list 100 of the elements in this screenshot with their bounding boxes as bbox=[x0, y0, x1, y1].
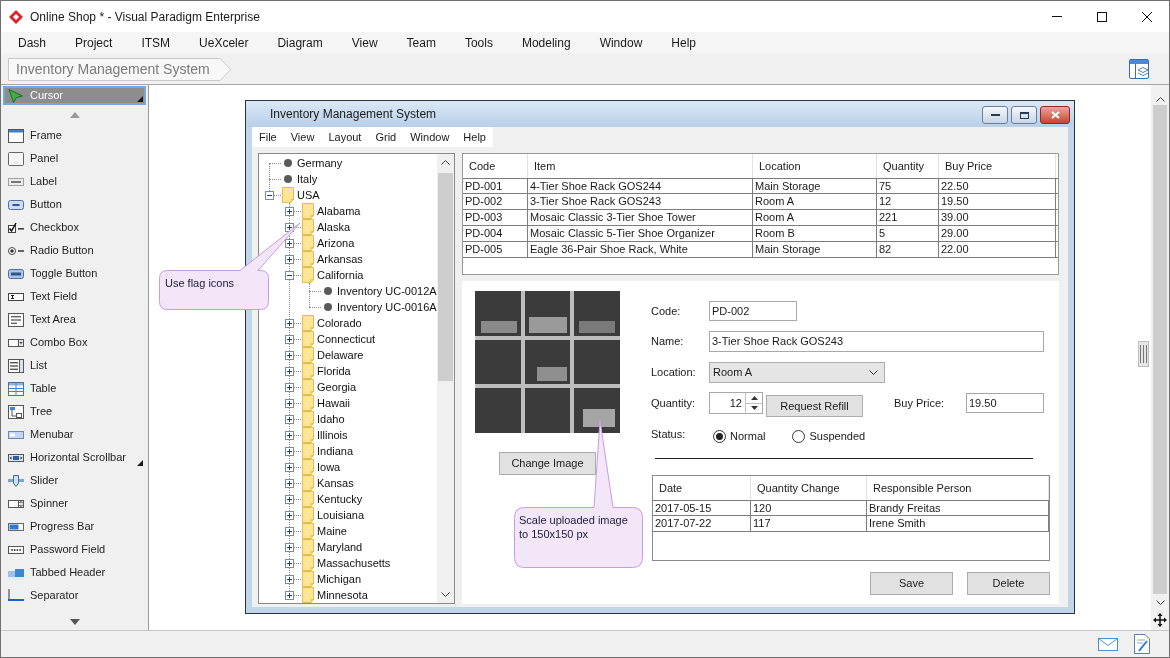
expand-icon[interactable] bbox=[284, 318, 294, 328]
edit-document-icon[interactable] bbox=[1134, 634, 1150, 654]
close-button[interactable] bbox=[1040, 106, 1070, 124]
node-label[interactable]: Maine bbox=[317, 524, 347, 538]
expand-icon[interactable] bbox=[284, 238, 294, 248]
expand-icon[interactable] bbox=[284, 382, 294, 392]
expand-icon[interactable] bbox=[284, 462, 294, 472]
change-image-button[interactable]: Change Image bbox=[499, 452, 596, 475]
scrollbar-thumb[interactable] bbox=[1153, 105, 1167, 594]
node-label[interactable]: Arizona bbox=[317, 236, 355, 250]
node-label[interactable]: Idaho bbox=[317, 412, 345, 426]
palette-item[interactable]: Separator bbox=[3, 584, 146, 607]
menu-item[interactable]: Project bbox=[67, 32, 121, 54]
palette-item[interactable]: Progress Bar bbox=[3, 515, 146, 538]
buy-price-field[interactable]: 19.50 bbox=[966, 393, 1044, 413]
menu-item[interactable]: Window bbox=[591, 32, 651, 54]
spin-up-icon[interactable] bbox=[750, 395, 758, 400]
expand-icon[interactable] bbox=[284, 430, 294, 440]
maximize-button[interactable] bbox=[1011, 106, 1037, 124]
palette-item[interactable]: Table bbox=[3, 377, 146, 400]
palette-item[interactable]: Radio Button bbox=[3, 239, 146, 262]
expand-icon[interactable] bbox=[284, 510, 294, 520]
quantity-spinner[interactable]: 12 bbox=[709, 392, 763, 414]
expand-icon[interactable] bbox=[284, 574, 294, 584]
palette-item[interactable]: List bbox=[3, 354, 146, 377]
splitter-grip[interactable] bbox=[1138, 341, 1149, 367]
palette-item[interactable]: Panel bbox=[3, 147, 146, 170]
node-label[interactable]: Illinois bbox=[317, 428, 348, 442]
node-label[interactable]: Alabama bbox=[317, 204, 361, 218]
name-field[interactable]: 3-Tier Shoe Rack GOS243 bbox=[709, 331, 1044, 352]
palette-item[interactable]: Checkbox bbox=[3, 216, 146, 239]
palette-item[interactable]: Text Field bbox=[3, 285, 146, 308]
collapse-icon[interactable] bbox=[284, 270, 294, 280]
menu-item[interactable]: Layout bbox=[321, 127, 369, 147]
request-refill-button[interactable]: Request Refill bbox=[766, 395, 863, 417]
expand-icon[interactable] bbox=[284, 526, 294, 536]
node-label[interactable]: Georgia bbox=[317, 380, 357, 394]
node-label[interactable]: Italy bbox=[297, 172, 318, 186]
node-label[interactable]: Kansas bbox=[317, 476, 354, 490]
expand-icon[interactable] bbox=[284, 398, 294, 408]
expand-icon[interactable] bbox=[284, 590, 294, 600]
node-label[interactable]: Iowa bbox=[317, 460, 341, 474]
palette-item[interactable]: Tree bbox=[3, 400, 146, 423]
menu-item[interactable]: View bbox=[343, 32, 386, 54]
palette-item[interactable]: Slider bbox=[3, 469, 146, 492]
palette-item[interactable]: Frame bbox=[3, 124, 146, 147]
menu-item[interactable]: Grid bbox=[368, 127, 404, 147]
menu-item[interactable]: UeXceler bbox=[191, 32, 257, 54]
scroll-down-icon[interactable] bbox=[441, 592, 450, 597]
node-label[interactable]: California bbox=[317, 268, 364, 282]
node-label[interactable]: Hawaii bbox=[317, 396, 350, 410]
menu-item[interactable]: ITSM bbox=[133, 32, 179, 54]
node-label[interactable]: Germany bbox=[297, 156, 343, 170]
collapse-icon[interactable] bbox=[264, 190, 274, 200]
expand-icon[interactable] bbox=[284, 542, 294, 552]
palette-item[interactable]: Menubar bbox=[3, 423, 146, 446]
node-label[interactable]: Delaware bbox=[317, 348, 364, 362]
menu-item[interactable]: Modeling bbox=[513, 32, 579, 54]
node-label[interactable]: Alaska bbox=[317, 220, 351, 234]
menu-item[interactable]: Help bbox=[663, 32, 704, 54]
expand-icon[interactable] bbox=[284, 350, 294, 360]
node-label[interactable]: Arkansas bbox=[317, 252, 363, 266]
palette-item[interactable]: Text Area bbox=[3, 308, 146, 331]
node-label[interactable]: Massachusetts bbox=[317, 556, 391, 570]
menu-item[interactable]: Window bbox=[403, 127, 457, 147]
node-label[interactable]: Kentucky bbox=[317, 492, 363, 506]
expand-icon[interactable] bbox=[284, 414, 294, 424]
palette-item[interactable]: Tabbed Header bbox=[3, 561, 146, 584]
scroll-down-icon[interactable] bbox=[69, 619, 80, 625]
node-label[interactable]: Inventory UC-0012A bbox=[337, 284, 437, 298]
node-label[interactable]: Connecticut bbox=[317, 332, 376, 346]
expand-icon[interactable] bbox=[284, 334, 294, 344]
dialog-button[interactable]: Save bbox=[870, 572, 953, 595]
move-icon[interactable] bbox=[1153, 613, 1167, 627]
node-label[interactable]: Inventory UC-0016A bbox=[337, 300, 437, 314]
palette-item[interactable]: Label bbox=[3, 170, 146, 193]
menu-item[interactable]: Tools bbox=[456, 32, 501, 54]
node-label[interactable]: Michigan bbox=[317, 572, 362, 586]
menu-item[interactable]: Diagram bbox=[269, 32, 331, 54]
location-dropdown[interactable]: Room A bbox=[709, 362, 885, 383]
radio-button[interactable] bbox=[713, 429, 726, 443]
palette-item[interactable]: Password Field bbox=[3, 538, 146, 561]
mail-icon[interactable] bbox=[1098, 637, 1118, 651]
expand-icon[interactable] bbox=[284, 446, 294, 456]
node-label[interactable]: Florida bbox=[317, 364, 351, 378]
breadcrumb[interactable]: Inventory Management System bbox=[8, 57, 232, 81]
radio-button[interactable] bbox=[792, 429, 806, 443]
expand-icon[interactable] bbox=[284, 558, 294, 568]
scroll-up-icon[interactable] bbox=[441, 160, 450, 165]
palette-item[interactable]: Toggle Button bbox=[3, 262, 146, 285]
expand-icon[interactable] bbox=[284, 206, 294, 216]
node-label[interactable]: USA bbox=[297, 188, 320, 202]
menu-item[interactable]: Help bbox=[456, 127, 493, 147]
spin-down-icon[interactable] bbox=[750, 406, 758, 411]
node-label[interactable]: Colorado bbox=[317, 316, 362, 330]
expand-icon[interactable] bbox=[284, 494, 294, 504]
layout-panel-icon[interactable] bbox=[1129, 59, 1149, 79]
expand-icon[interactable] bbox=[284, 478, 294, 488]
node-label[interactable]: Indiana bbox=[317, 444, 354, 458]
scrollbar-thumb[interactable] bbox=[438, 173, 453, 381]
